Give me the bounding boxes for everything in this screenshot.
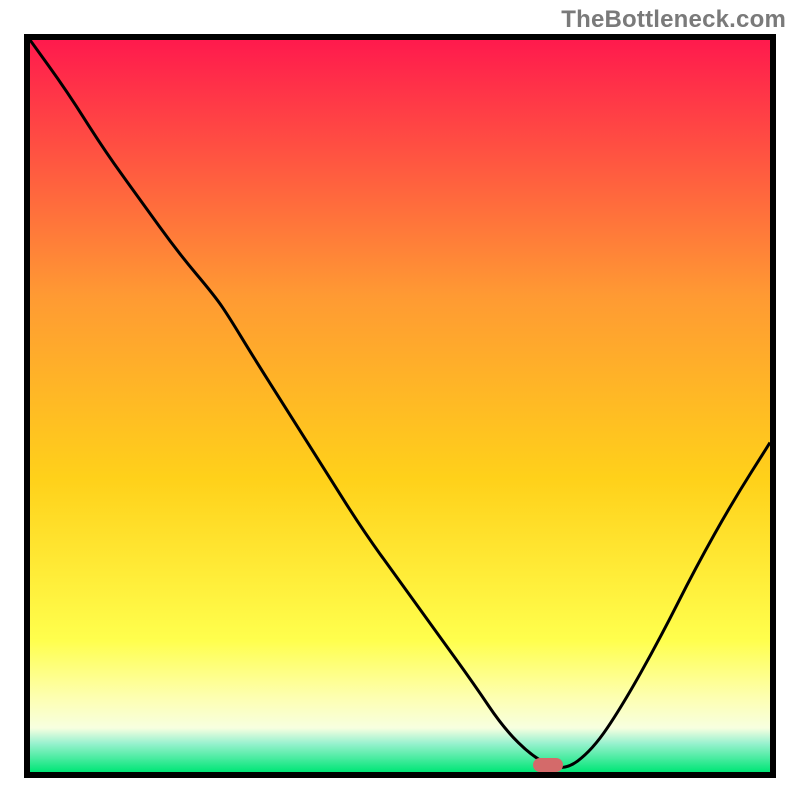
optimal-marker <box>533 758 563 772</box>
plot-frame <box>24 34 776 778</box>
watermark-text: TheBottleneck.com <box>561 6 786 34</box>
bottleneck-curve <box>30 40 770 772</box>
